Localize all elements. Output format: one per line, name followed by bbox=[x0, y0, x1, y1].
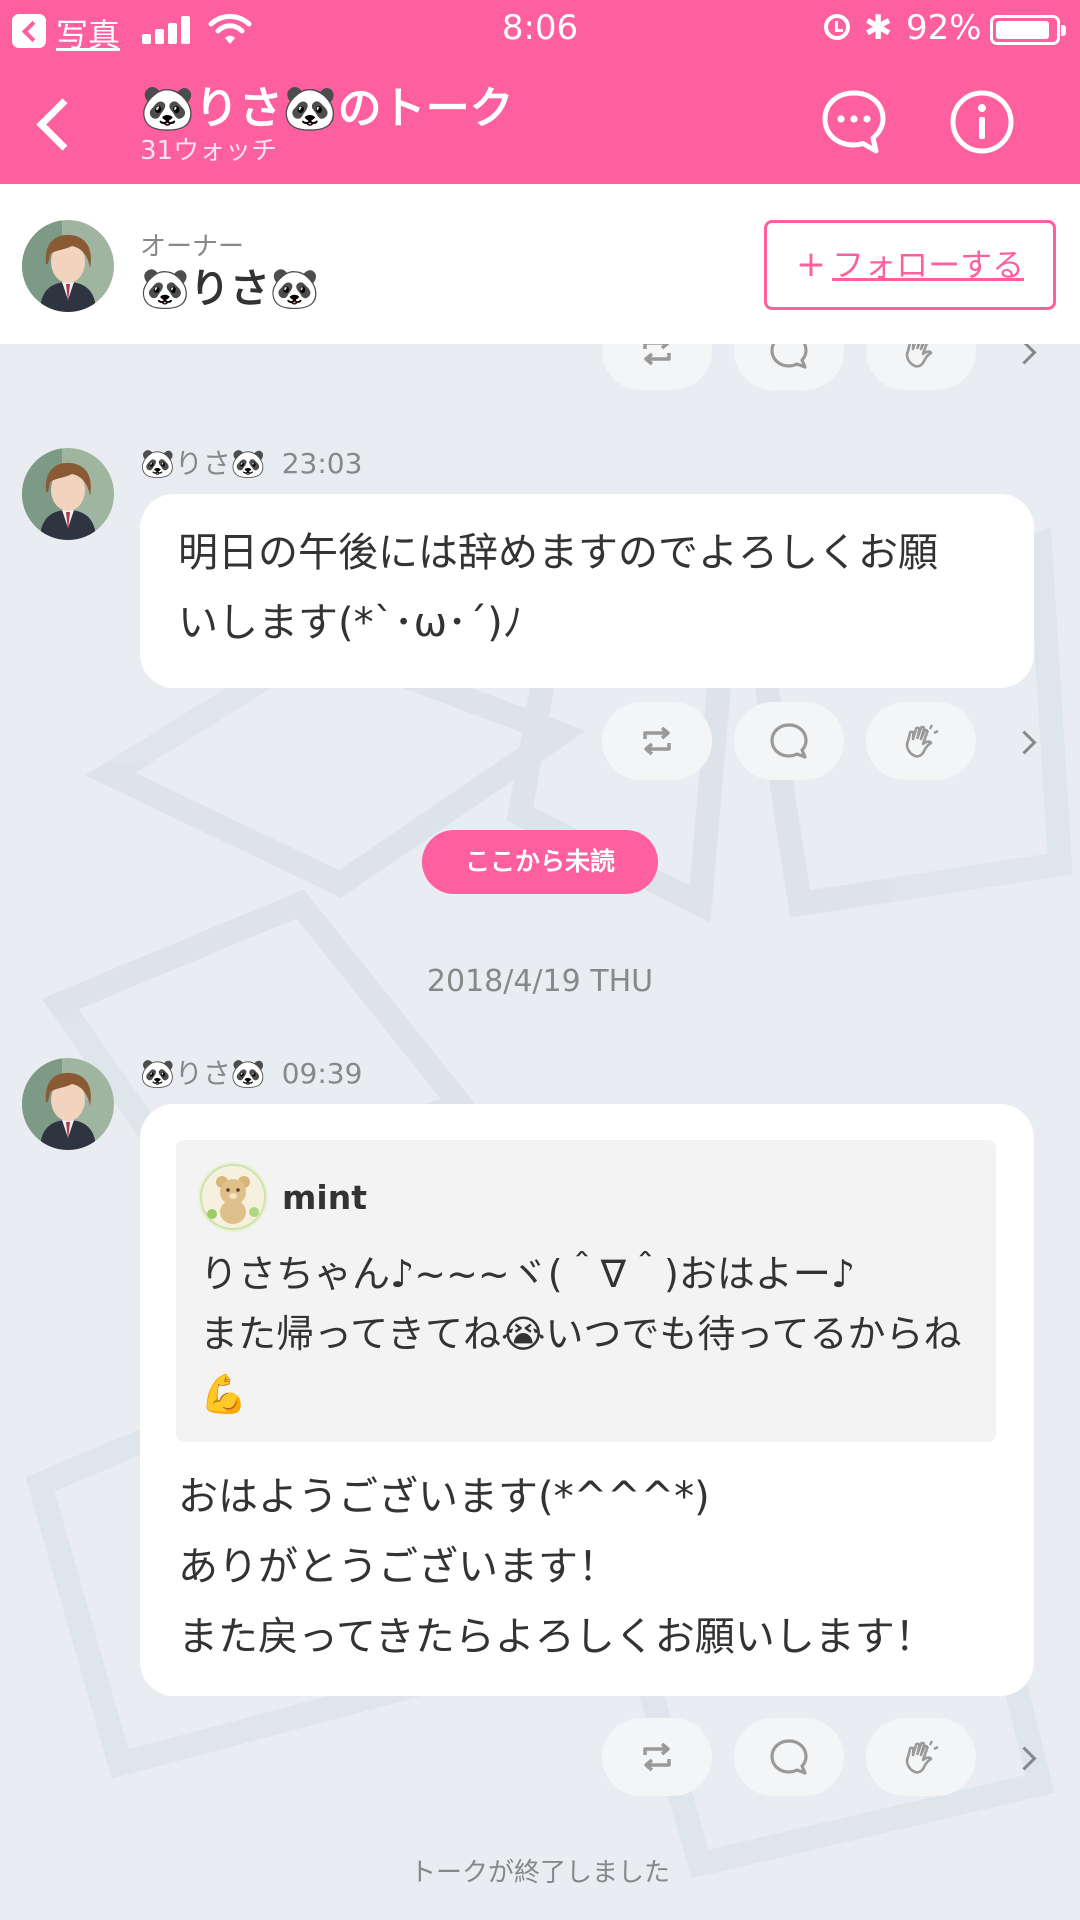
page-title: 🐼りさ🐼のトーク bbox=[140, 83, 514, 134]
comment-button[interactable] bbox=[734, 344, 844, 390]
message-line: おはようございます(*^^^*) bbox=[178, 1474, 710, 1520]
quoted-line: りさちゃん♪~~~ヾ(＾∇＾)おはよー♪ bbox=[200, 1252, 856, 1296]
message-meta: 🐼りさ🐼 23:03 bbox=[140, 442, 362, 482]
alarm-icon bbox=[824, 14, 850, 40]
quoted-line: また帰ってきてね😭いつでも待ってるからね bbox=[200, 1312, 962, 1356]
comment-button[interactable] bbox=[734, 1718, 844, 1796]
message-line: 明日の午後には辞めますのでよろしくお願 bbox=[178, 530, 938, 576]
message-bubble[interactable]: mint りさちゃん♪~~~ヾ(＾∇＾)おはよー♪ また帰ってきてね😭いつでも待… bbox=[140, 1104, 1034, 1696]
message-meta: 🐼りさ🐼 09:39 bbox=[140, 1052, 362, 1092]
message-line: また戻ってきたらよろしくお願いします！ bbox=[178, 1614, 935, 1660]
sender-avatar[interactable] bbox=[22, 1058, 114, 1150]
quoted-line: 💪 bbox=[200, 1372, 248, 1416]
comment-icon bbox=[769, 1737, 809, 1777]
date-divider: 2018/4/19 THU bbox=[426, 964, 654, 999]
comment-icon bbox=[769, 344, 809, 371]
repost-icon bbox=[637, 721, 677, 761]
follow-button-label: フォローする bbox=[832, 246, 1025, 284]
sender-avatar[interactable] bbox=[22, 448, 114, 540]
message-actions bbox=[602, 344, 1062, 390]
clap-button[interactable] bbox=[866, 1718, 976, 1796]
owner-name[interactable]: 🐼りさ🐼 bbox=[140, 256, 320, 314]
watch-count: 31ウォッチ bbox=[140, 136, 278, 166]
unread-marker: ここから未読 bbox=[422, 830, 658, 894]
repost-icon bbox=[637, 344, 677, 371]
talk-ended-label: トークが終了しました bbox=[409, 1858, 670, 1888]
clap-button[interactable] bbox=[866, 702, 976, 780]
message-actions bbox=[602, 702, 1062, 780]
message-time: 09:39 bbox=[281, 1057, 363, 1090]
clap-icon bbox=[901, 1737, 941, 1777]
comment-icon bbox=[769, 721, 809, 761]
message-line: いします(*`･ω･´)ﾉ bbox=[178, 600, 523, 646]
sender-name: 🐼りさ🐼 bbox=[140, 447, 266, 480]
message-time: 23:03 bbox=[281, 447, 363, 480]
battery-percent: 92% bbox=[906, 8, 982, 48]
clap-icon bbox=[901, 721, 941, 761]
clap-icon bbox=[901, 344, 941, 371]
message-line: ありがとうございます！ bbox=[178, 1544, 618, 1590]
chevron-right-icon[interactable] bbox=[1012, 722, 1048, 760]
talk-header: 🐼りさ🐼のトーク 31ウォッチ bbox=[0, 58, 1080, 184]
bluetooth-icon: ✱ bbox=[864, 8, 893, 48]
message-bubble[interactable]: 明日の午後には辞めますのでよろしくお願 いします(*`･ω･´)ﾉ bbox=[140, 494, 1034, 688]
repost-icon bbox=[637, 1737, 677, 1777]
status-bar: 写真 8:06 ✱ 92% bbox=[0, 0, 1080, 58]
sender-name: 🐼りさ🐼 bbox=[140, 1057, 266, 1090]
repost-button[interactable] bbox=[602, 344, 712, 390]
plus-icon: + bbox=[795, 244, 827, 285]
clap-button[interactable] bbox=[866, 344, 976, 390]
chat-bubble-icon[interactable] bbox=[820, 88, 888, 156]
message-actions bbox=[602, 1718, 1062, 1796]
quoted-user-avatar bbox=[198, 1162, 268, 1232]
battery-icon bbox=[990, 15, 1066, 45]
back-chevron-icon[interactable] bbox=[26, 88, 86, 154]
talk-feed[interactable]: 🐼りさ🐼 23:03 明日の午後には辞めますのでよろしくお願 いします(*`･ω･… bbox=[0, 344, 1080, 1920]
owner-bar: オーナー 🐼りさ🐼 + フォローする bbox=[0, 184, 1080, 344]
repost-button[interactable] bbox=[602, 1718, 712, 1796]
quoted-user-name: mint bbox=[282, 1178, 367, 1217]
quoted-post[interactable]: mint りさちゃん♪~~~ヾ(＾∇＾)おはよー♪ また帰ってきてね😭いつでも待… bbox=[176, 1140, 996, 1442]
chevron-right-icon[interactable] bbox=[1012, 344, 1048, 370]
comment-button[interactable] bbox=[734, 702, 844, 780]
chevron-right-icon[interactable] bbox=[1012, 1738, 1048, 1776]
info-icon[interactable] bbox=[948, 88, 1016, 156]
repost-button[interactable] bbox=[602, 702, 712, 780]
owner-avatar[interactable] bbox=[22, 220, 114, 312]
follow-button[interactable]: + フォローする bbox=[764, 220, 1056, 310]
